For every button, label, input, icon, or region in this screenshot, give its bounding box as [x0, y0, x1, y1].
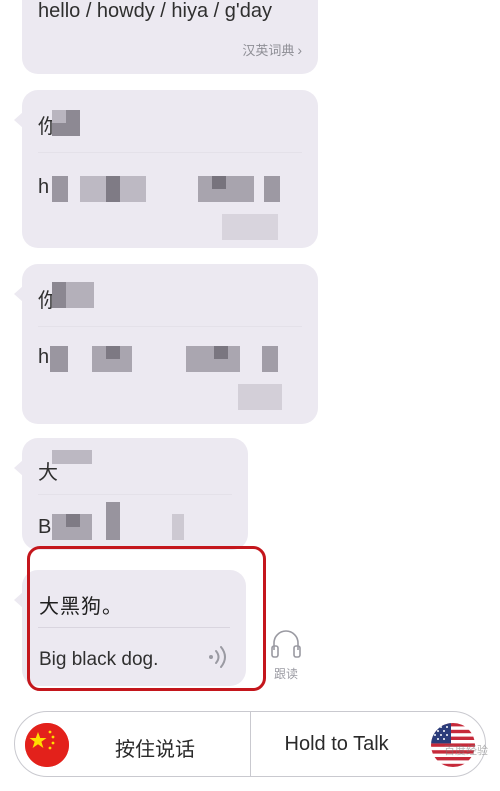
- message-bubble-1[interactable]: hello / howdy / hiya / g'day 汉英词典 ›: [22, 0, 318, 74]
- pixelated-block: [212, 176, 226, 189]
- pixelated-block: [52, 450, 92, 464]
- bubble-divider: [38, 326, 302, 327]
- pixelated-block: [66, 514, 80, 527]
- follow-read-button[interactable]: 跟读: [268, 628, 304, 682]
- pixelated-block: [52, 282, 66, 308]
- pixelated-block: [198, 176, 254, 202]
- pixelated-block: [186, 346, 240, 372]
- pixelated-block: [172, 514, 184, 540]
- bubble-tail: [14, 286, 23, 302]
- bubble-tail: [14, 460, 23, 476]
- dictionary-link-label: 汉英词典: [242, 43, 295, 58]
- chevron-right-icon: ›: [297, 41, 302, 58]
- follow-read-label: 跟读: [273, 667, 298, 681]
- dictionary-link[interactable]: 汉英词典 ›: [242, 40, 302, 59]
- pixelated-block: [214, 346, 228, 359]
- pixelated-block: [222, 214, 278, 240]
- bubble-tail: [14, 592, 23, 608]
- pixelated-block: [262, 346, 278, 372]
- hold-to-talk-english-label: Hold to Talk: [284, 733, 389, 755]
- china-flag-icon: [25, 723, 69, 767]
- hold-to-talk-chinese-label: 按住说话: [115, 739, 195, 761]
- pixelated-block: [52, 176, 68, 202]
- headphones-icon: [271, 630, 301, 658]
- hold-to-talk-chinese-button[interactable]: 按住说话: [15, 712, 251, 776]
- pixelated-block: [50, 346, 68, 372]
- translation-text-blurred: h: [38, 176, 50, 198]
- chat-area: hello / howdy / hiya / g'day 汉英词典 › 你 h …: [0, 0, 500, 705]
- watermark: 百度经验: [444, 745, 488, 757]
- bubble-tail: [14, 112, 23, 128]
- talk-bar: 按住说话 Hold to Talk: [14, 711, 486, 777]
- bubble-divider: [38, 494, 232, 495]
- message-bubble-2[interactable]: 你 h: [14, 90, 318, 248]
- translation-text: hello / howdy / hiya / g'day: [38, 0, 272, 22]
- message-bubble-4[interactable]: 大 B: [14, 438, 248, 550]
- translation-text-blurred: B: [38, 516, 52, 538]
- pixelated-block: [264, 176, 280, 202]
- translation-text-blurred: h: [38, 346, 50, 368]
- message-bubble-3[interactable]: 你 h: [14, 264, 318, 424]
- pixelated-block: [106, 176, 120, 202]
- pixelated-block: [106, 346, 120, 359]
- highlight-box: [27, 546, 266, 691]
- pixelated-block: [52, 110, 66, 123]
- pixelated-block: [238, 384, 282, 410]
- bubble-divider: [38, 152, 302, 153]
- pixelated-block: [106, 502, 120, 540]
